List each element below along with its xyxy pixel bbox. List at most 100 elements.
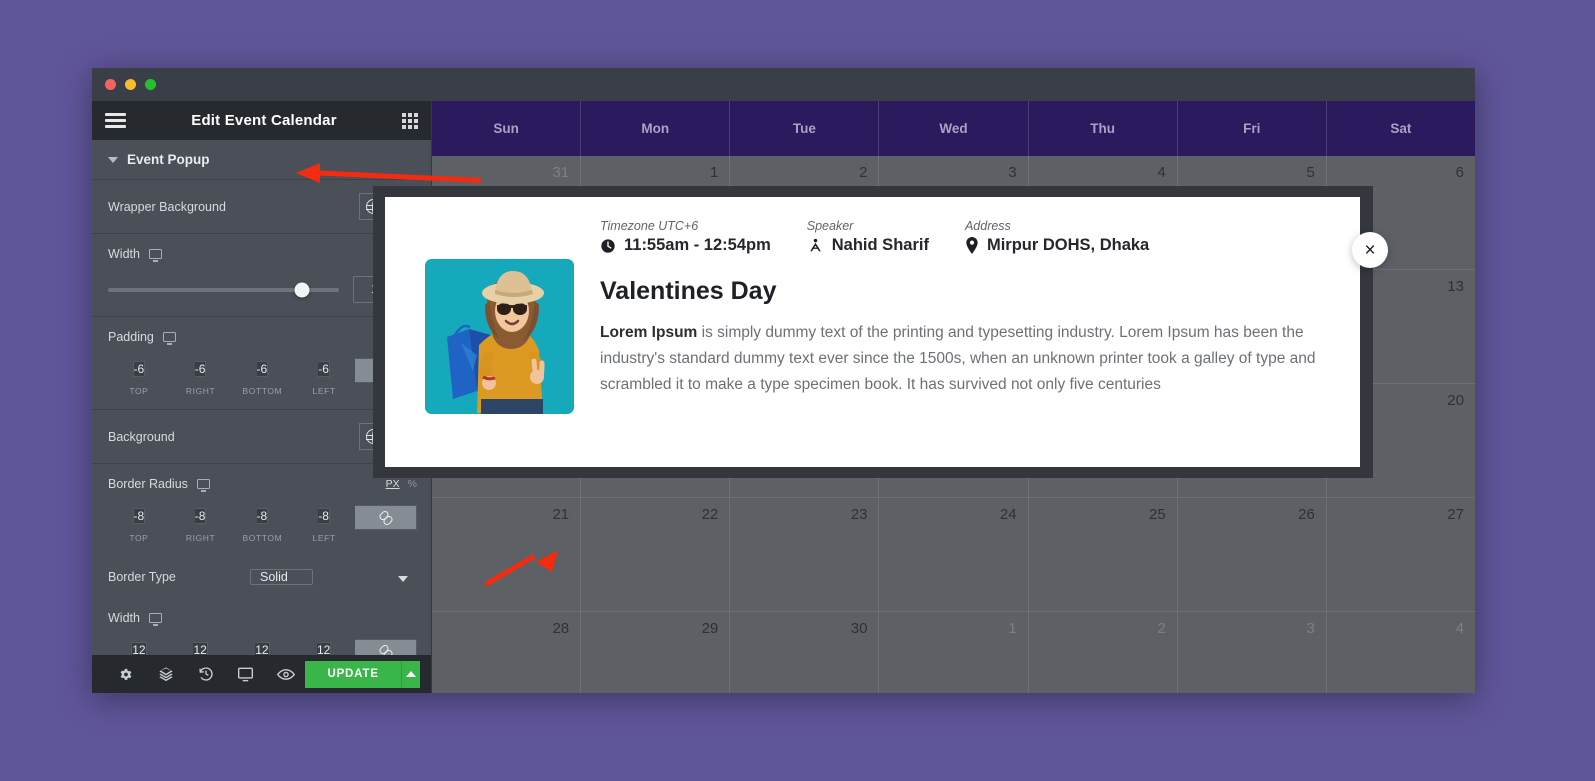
panel-title: Edit Event Calendar (191, 112, 337, 129)
history-revisions-icon[interactable] (186, 666, 226, 682)
control-label: Background (108, 429, 175, 444)
width-slider-handle[interactable] (294, 282, 310, 297)
calendar-day-cell[interactable]: 4 (1327, 612, 1475, 693)
calendar-day-cell[interactable]: 28 (432, 612, 582, 693)
panel-header: Edit Event Calendar (92, 101, 431, 140)
unit-px-button[interactable]: PX (386, 478, 400, 490)
event-description-rest: is simply dummy text of the printing and… (600, 324, 1316, 394)
radius-bottom-label: BOTTOM (242, 533, 283, 543)
grid-apps-icon[interactable] (401, 112, 418, 129)
meta-value-wrap: 11:55am - 12:54pm (600, 236, 771, 255)
border-width-bottom-cell: 12 (232, 639, 294, 655)
desktop-icon[interactable] (162, 332, 176, 345)
calendar-day-cell[interactable]: 23 (730, 498, 880, 612)
event-thumbnail-image (425, 259, 574, 414)
update-button[interactable]: UPDATE (305, 660, 401, 688)
border-width-link-values-toggle[interactable] (355, 639, 417, 655)
event-meta-timezone: Timezone UTC+6 11:55am - 12:54pm (600, 219, 771, 255)
border-type-select[interactable]: Solid (250, 569, 313, 585)
window-maximize-button[interactable] (145, 79, 156, 90)
radius-top-label: TOP (129, 533, 149, 543)
link-chain-icon (379, 511, 392, 524)
border-width-top-cell: 12 (108, 639, 170, 655)
padding-left-input[interactable]: -6 (318, 361, 330, 377)
settings-gear-icon[interactable] (106, 667, 146, 682)
responsive-desktop-icon[interactable] (226, 667, 266, 682)
border-width-bottom-input[interactable]: 12 (255, 642, 270, 655)
padding-dimension-inputs: -6 TOP -6 RIGHT -6 BOTTOM -6 LEFT (108, 358, 417, 396)
calendar-week-row: 21 22 23 24 25 26 27 (432, 498, 1475, 612)
padding-right-cell: -6 RIGHT (170, 358, 232, 396)
border-width-left-input[interactable]: 12 (316, 642, 332, 655)
chevron-down-icon (398, 576, 408, 582)
width-slider[interactable] (108, 282, 339, 297)
chevron-down-icon (108, 156, 118, 163)
calendar-day-cell[interactable]: 25 (1028, 498, 1178, 612)
border-width-top-input[interactable]: 12 (131, 642, 147, 655)
desktop-icon[interactable] (148, 613, 162, 626)
unit-percent-button[interactable]: % (408, 478, 417, 490)
window-close-button[interactable] (105, 79, 116, 90)
calendar-day-cell[interactable]: 2 (1029, 612, 1178, 693)
control-label-text: Width (108, 247, 140, 261)
event-meta-row: Timezone UTC+6 11:55am - 12:54pm Speaker… (600, 219, 1332, 255)
radius-right-input[interactable]: -8 (194, 508, 207, 524)
calendar-week-row: 28 29 30 1 2 3 4 (432, 612, 1475, 693)
window-minimize-button[interactable] (125, 79, 136, 90)
padding-bottom-input[interactable]: -6 (256, 361, 269, 377)
padding-top-cell: -6 TOP (108, 358, 170, 396)
control-label: Width (108, 247, 162, 262)
hamburger-menu-icon[interactable] (105, 113, 126, 128)
meta-caption: Address (964, 219, 1011, 233)
border-type-select-wrap: Solid (250, 564, 417, 590)
meta-value: 11:55am - 12:54pm (624, 236, 771, 254)
calendar-day-cell[interactable]: 1 (879, 612, 1029, 693)
calendar-day-cell[interactable]: 22 (581, 498, 731, 612)
meta-value-wrap: Mirpur DOHS, Dhaka (965, 236, 1149, 255)
event-description-bold: Lorem Ipsum (600, 324, 698, 341)
link-chain-icon (379, 645, 392, 655)
radius-left-input[interactable]: -8 (318, 508, 330, 524)
section-title: Event Popup (127, 152, 210, 167)
radius-top-input[interactable]: -8 (132, 508, 146, 524)
event-popup: Timezone UTC+6 11:55am - 12:54pm Speaker… (385, 197, 1360, 467)
calendar-day-cell[interactable]: 29 (581, 612, 731, 693)
calendar-weekday-sat: Sat (1390, 121, 1412, 136)
padding-top-input[interactable]: -6 (132, 361, 146, 377)
event-popup-close-button[interactable]: × (1352, 232, 1388, 268)
event-title: Valentines Day (600, 277, 777, 305)
meta-value: Mirpur DOHS, Dhaka (986, 236, 1150, 254)
border-width-dimension-inputs: 12 12 12 12 (108, 639, 417, 655)
border-width-right-cell: 12 (170, 639, 232, 655)
desktop-icon[interactable] (148, 249, 162, 262)
control-border-type: Border Type Solid (92, 556, 431, 603)
meta-caption: Timezone UTC+6 (600, 219, 699, 233)
update-options-chevron-up-icon[interactable] (400, 660, 420, 688)
calendar-weekday-thu: Thu (1029, 101, 1178, 156)
calendar-day-cell[interactable]: 26 (1177, 498, 1327, 612)
calendar-day-cell[interactable]: 27 (1326, 498, 1475, 612)
event-meta-speaker: Speaker Nahid Sharif (807, 219, 929, 255)
calendar-weekday-header: Sun Mon Tue Wed Thu Fri Sat (432, 101, 1475, 156)
radius-right-label: RIGHT (185, 533, 216, 543)
unit-toggle: PX % (386, 478, 417, 490)
padding-bottom-label: BOTTOM (242, 386, 283, 396)
radius-link-values-toggle[interactable] (355, 505, 417, 530)
calendar-day-cell[interactable]: 3 (1178, 612, 1327, 693)
control-label-text: Width (108, 611, 140, 625)
event-popup-body: Timezone UTC+6 11:55am - 12:54pm Speaker… (600, 219, 1332, 445)
calendar-day-cell[interactable]: 24 (879, 498, 1029, 612)
calendar-weekday-tue: Tue (730, 101, 880, 156)
radius-bottom-input[interactable]: -8 (256, 508, 269, 524)
padding-right-input[interactable]: -6 (194, 361, 207, 377)
layers-icon[interactable] (146, 666, 186, 682)
radius-bottom-cell: -8 BOTTOM (232, 505, 294, 543)
calendar-day-cell[interactable]: 21 (432, 498, 582, 612)
border-width-right-input[interactable]: 12 (193, 642, 208, 655)
desktop-icon[interactable] (196, 479, 210, 492)
padding-left-cell: -6 LEFT (293, 358, 355, 396)
section-header-event-popup[interactable]: Event Popup (92, 140, 431, 180)
preview-eye-icon[interactable] (266, 668, 306, 681)
speaker-person-icon (807, 238, 824, 254)
calendar-day-cell[interactable]: 30 (730, 612, 880, 693)
